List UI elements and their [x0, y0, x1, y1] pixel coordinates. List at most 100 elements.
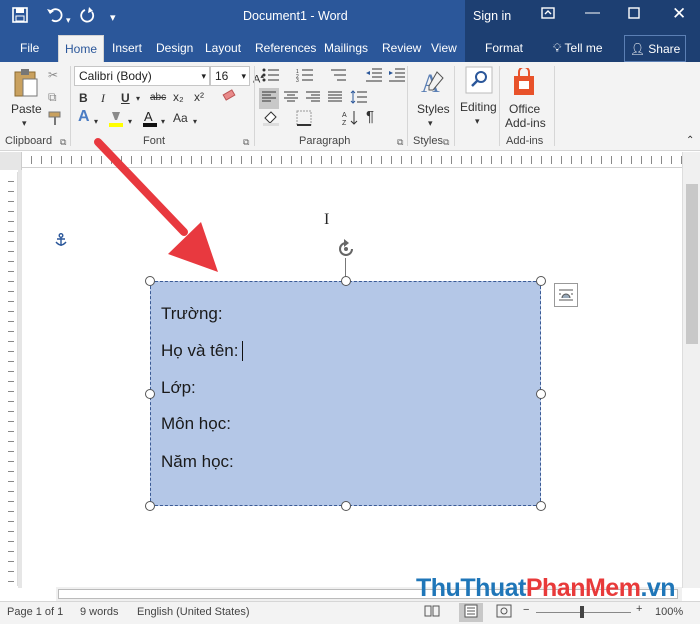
increase-indent-icon[interactable] [388, 68, 406, 85]
editing-button-label[interactable]: Editing [460, 100, 497, 114]
scrollbar-thumb[interactable] [686, 184, 698, 344]
resize-handle-bottom-left[interactable] [145, 501, 155, 511]
font-color-icon[interactable]: A [142, 109, 158, 131]
font-launcher-icon[interactable]: ⧉ [243, 137, 249, 148]
text-line-name[interactable]: Họ và tên: [161, 341, 239, 361]
language-status[interactable]: English (United States) [137, 606, 250, 618]
text-effects-icon[interactable]: A [78, 109, 90, 125]
tab-insert[interactable]: Insert [112, 41, 142, 55]
word-count[interactable]: 9 words [80, 606, 119, 618]
zoom-out-button[interactable]: − [523, 604, 529, 616]
share-button[interactable]: 👤︎ Share [624, 35, 686, 62]
underline-dropdown-icon[interactable]: ▾ [136, 92, 140, 106]
font-size-select[interactable]: 16 ▾ [210, 66, 250, 86]
text-line-year[interactable]: Năm học: [161, 452, 234, 472]
strikethrough-button[interactable]: abc [150, 91, 166, 105]
tab-review[interactable]: Review [382, 41, 421, 55]
undo-icon[interactable] [46, 7, 64, 28]
zoom-in-button[interactable]: + [636, 603, 642, 615]
align-right-button[interactable] [305, 90, 321, 107]
resize-handle-left[interactable] [145, 389, 155, 399]
italic-button[interactable]: I [101, 91, 105, 105]
font-family-select[interactable]: Calibri (Body) ▾ [74, 66, 210, 86]
chevron-down-icon[interactable]: ▾ [193, 115, 197, 129]
ribbon-display-options-icon[interactable] [541, 6, 555, 23]
collapse-ribbon-icon[interactable]: ⌃ [686, 134, 694, 148]
align-left-button[interactable] [259, 88, 279, 109]
shading-icon[interactable] [262, 110, 280, 129]
tab-design[interactable]: Design [156, 41, 193, 55]
numbering-icon[interactable]: 123 [296, 68, 314, 85]
office-addins-label-2[interactable]: Add-ins [505, 116, 546, 130]
sign-in-link[interactable]: Sign in [473, 9, 511, 23]
chevron-down-icon[interactable]: ▾ [428, 116, 433, 130]
find-icon[interactable] [465, 66, 493, 99]
paragraph-launcher-icon[interactable]: ⧉ [397, 137, 403, 148]
copy-icon[interactable]: ⧉ [48, 90, 57, 104]
office-addins-icon[interactable] [511, 66, 537, 99]
save-icon[interactable] [12, 7, 28, 28]
subscript-button[interactable]: x₂ [173, 90, 184, 104]
show-formatting-marks-icon[interactable]: ¶ [366, 109, 374, 124]
resize-handle-bottom[interactable] [341, 501, 351, 511]
vertical-scrollbar[interactable] [682, 152, 700, 588]
tab-layout[interactable]: Layout [205, 41, 241, 55]
text-box[interactable]: Trường: Họ và tên: Lớp: Môn học: Năm học… [150, 281, 541, 506]
line-spacing-icon[interactable] [350, 90, 368, 107]
bullets-icon[interactable] [262, 68, 280, 85]
highlight-color-icon[interactable] [108, 110, 124, 131]
clear-formatting-icon[interactable] [221, 89, 237, 106]
tab-format[interactable]: Format [485, 41, 523, 55]
tab-home[interactable]: Home [58, 35, 104, 63]
styles-icon[interactable]: A [419, 68, 447, 101]
sort-icon[interactable]: AZ [342, 110, 358, 129]
chevron-down-icon[interactable]: ▾ [94, 115, 98, 129]
vertical-ruler[interactable] [4, 172, 18, 586]
zoom-slider-thumb[interactable] [580, 606, 584, 618]
chevron-down-icon[interactable]: ▾ [161, 115, 165, 129]
zoom-level[interactable]: 100% [655, 606, 683, 618]
resize-handle-top-right[interactable] [536, 276, 546, 286]
multilevel-list-icon[interactable] [329, 68, 347, 85]
clipboard-launcher-icon[interactable]: ⧉ [60, 137, 66, 148]
resize-handle-right[interactable] [536, 389, 546, 399]
text-line-subject[interactable]: Môn học: [161, 414, 231, 434]
align-center-button[interactable] [283, 90, 299, 107]
tab-references[interactable]: References [255, 41, 316, 55]
page-count[interactable]: Page 1 of 1 [7, 606, 63, 618]
maximize-button[interactable] [628, 6, 640, 23]
bold-button[interactable]: B [79, 91, 88, 105]
styles-button-label[interactable]: Styles [417, 102, 450, 116]
paste-dropdown-icon[interactable]: ▾ [22, 116, 27, 130]
resize-handle-bottom-right[interactable] [536, 501, 546, 511]
undo-dropdown-icon[interactable]: ▾ [66, 11, 71, 29]
text-line-school[interactable]: Trường: [161, 304, 223, 324]
read-mode-icon[interactable] [424, 604, 440, 621]
change-case-button[interactable]: Aa [173, 111, 188, 125]
decrease-indent-icon[interactable] [365, 68, 383, 85]
format-painter-icon[interactable] [47, 110, 63, 129]
close-button[interactable]: ✕ [672, 4, 686, 24]
paste-icon[interactable] [12, 68, 40, 101]
paste-button-label[interactable]: Paste [11, 102, 42, 116]
justify-button[interactable] [327, 90, 343, 107]
cut-icon[interactable]: ✂ [48, 68, 58, 82]
rotate-handle-icon[interactable] [335, 238, 357, 263]
chevron-down-icon[interactable]: ▾ [128, 115, 132, 129]
ruler-corner[interactable] [0, 152, 22, 170]
customize-qat-icon[interactable]: ▾ [110, 9, 116, 27]
tell-me-search[interactable]: 💡︎ Tell me [553, 41, 603, 56]
layout-options-button[interactable] [554, 283, 578, 307]
styles-launcher-icon[interactable]: ⧉ [443, 137, 449, 148]
chevron-down-icon[interactable]: ▾ [475, 114, 480, 128]
superscript-button[interactable]: x² [194, 90, 204, 104]
tab-view[interactable]: View [431, 41, 457, 55]
redo-icon[interactable] [80, 7, 96, 28]
tab-file[interactable]: File [20, 41, 39, 55]
text-line-class[interactable]: Lớp: [161, 378, 196, 398]
underline-button[interactable]: U [121, 91, 130, 105]
minimize-button[interactable]: — [585, 4, 600, 21]
office-addins-label-1[interactable]: Office [509, 102, 540, 116]
resize-handle-top[interactable] [341, 276, 351, 286]
borders-icon[interactable] [296, 110, 312, 129]
